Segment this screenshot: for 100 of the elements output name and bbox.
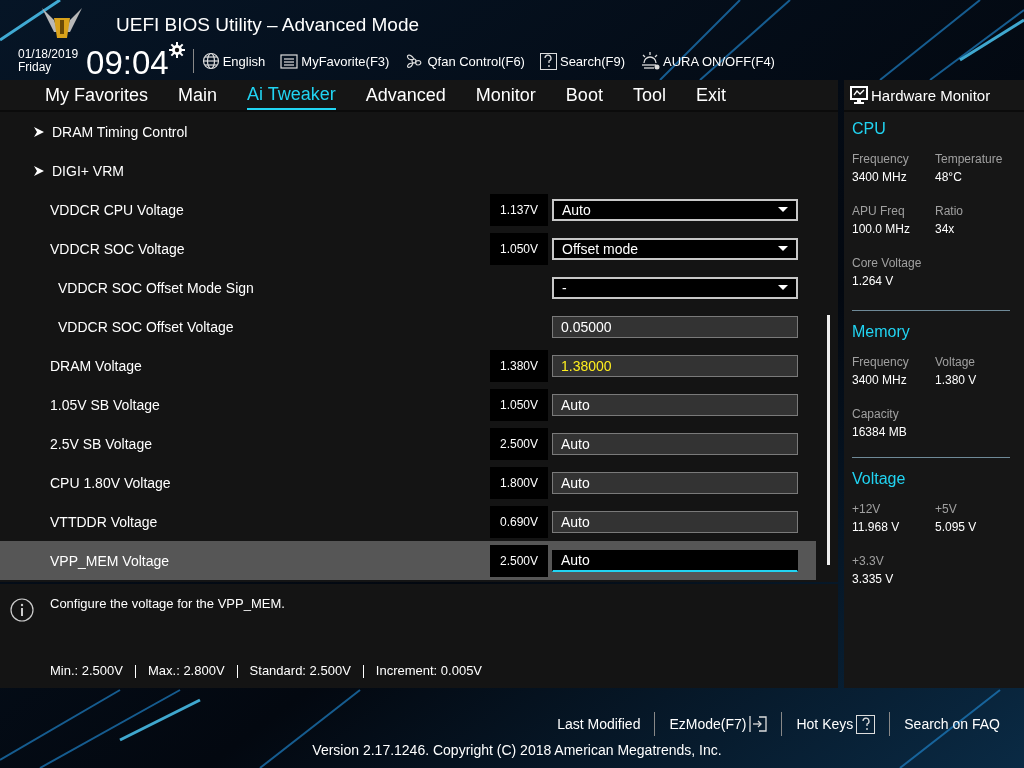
caret-icon — [778, 246, 788, 251]
metric-label: +5V — [935, 502, 958, 516]
metric-label: APU Freq — [852, 204, 906, 218]
menu-tab[interactable]: Ai Tweaker — [247, 80, 336, 110]
metric-value: 34x — [935, 222, 956, 236]
question-icon — [539, 52, 557, 70]
setting-label: 1.05V SB Voltage — [50, 396, 160, 413]
voltage-reading: 1.137V — [490, 193, 548, 226]
voltage-reading: 1.800V — [490, 466, 548, 499]
menu-tab[interactable]: Tool — [617, 80, 681, 110]
input-field[interactable]: Auto — [552, 432, 798, 455]
footer-link[interactable]: EzMode(F7) — [655, 715, 782, 733]
logo-icon — [40, 6, 84, 40]
question-icon — [856, 714, 876, 734]
setting-label: VPP_MEM Voltage — [50, 552, 170, 569]
setting-row[interactable]: VDDCR SOC Offset Mode Sign - — [0, 268, 816, 307]
setting-row[interactable]: VDDCR SOC Voltage 1.050V Offset mode — [0, 229, 816, 268]
section-title: Voltage — [852, 470, 907, 488]
menu-tab[interactable]: My Favorites — [30, 80, 164, 110]
scrollbar[interactable] — [827, 315, 830, 565]
voltage-reading: 1.050V — [490, 232, 548, 265]
setting-row[interactable]: VTTDDR Voltage 0.690V Auto — [0, 502, 816, 541]
dropdown[interactable]: Offset mode — [552, 237, 798, 260]
voltage-reading: 1.380V — [490, 349, 548, 382]
help-text: Configure the voltage for the VPP_MEM. — [50, 596, 286, 611]
monitor-icon — [850, 86, 868, 104]
metric-value: 5.095 V — [935, 520, 978, 534]
menu-tab[interactable]: Advanced — [350, 80, 461, 110]
metric-label: Ratio — [935, 204, 964, 218]
metric-value: 3400 MHz — [852, 373, 908, 387]
metric-value: 1.264 V — [852, 274, 895, 288]
setting-label: CPU 1.80V Voltage — [50, 474, 171, 491]
setting-row[interactable]: DIGI+ VRM — [0, 151, 816, 190]
limit-text: Max.: 2.800V — [148, 663, 225, 678]
clock-time: 09:04 — [86, 44, 169, 82]
footer-link[interactable]: Search on FAQ — [890, 716, 1014, 732]
caret-icon — [778, 285, 788, 290]
footer-link[interactable]: Hot Keys — [782, 714, 890, 734]
menu-tab[interactable]: Exit — [680, 80, 741, 110]
metric-label: Frequency — [852, 355, 910, 369]
section-title: Memory — [852, 323, 911, 341]
input-field[interactable]: Auto — [552, 471, 798, 494]
setting-label: VDDCR SOC Offset Voltage — [58, 318, 234, 335]
caret-icon — [778, 207, 788, 212]
setting-row[interactable]: 2.5V SB Voltage 2.500V Auto — [0, 424, 816, 463]
voltage-reading: 0.690V — [490, 505, 548, 538]
arrow-icon — [34, 165, 44, 176]
metric-label: Capacity — [852, 407, 900, 421]
list-icon — [280, 52, 299, 70]
setting-row[interactable]: CPU 1.80V Voltage 1.800V Auto — [0, 463, 816, 502]
menu-tab[interactable]: Main — [163, 80, 233, 110]
input-field[interactable]: Auto — [552, 549, 798, 572]
voltage-reading: 2.500V — [490, 544, 548, 577]
toolbar-button[interactable]: AURA ON/OFF(F4) — [640, 51, 775, 71]
setting-label: VTTDDR Voltage — [50, 513, 158, 530]
setting-row[interactable]: 1.05V SB Voltage 1.050V Auto — [0, 385, 816, 424]
input-field[interactable]: 1.38000 — [552, 354, 798, 377]
metric-value: 48°C — [935, 170, 963, 184]
selected-setting-row[interactable]: VPP_MEM Voltage 2.500V Auto — [0, 541, 816, 580]
menu-tab[interactable]: Monitor — [460, 80, 551, 110]
metric-label: +12V — [852, 502, 882, 516]
toolbar-button[interactable]: English — [201, 52, 266, 70]
setting-label: VDDCR SOC Offset Mode Sign — [58, 279, 254, 296]
limit-text: Increment: 0.005V — [375, 663, 483, 678]
input-field[interactable]: 0.05000 — [552, 315, 798, 338]
setting-row[interactable]: VDDCR CPU Voltage 1.137V Auto — [0, 190, 816, 229]
footer-link[interactable]: Last Modified — [543, 716, 655, 732]
setting-row[interactable]: VDDCR SOC Offset Voltage 0.05000 — [0, 307, 816, 346]
info-icon — [10, 598, 34, 622]
metric-value: 11.968 V — [852, 520, 901, 534]
setting-label: 2.5V SB Voltage — [50, 435, 152, 452]
setting-row[interactable]: DRAM Timing Control — [0, 112, 816, 151]
menu-tab[interactable]: Boot — [550, 80, 618, 110]
input-field[interactable]: Auto — [552, 510, 798, 533]
setting-label: DRAM Voltage — [50, 357, 142, 374]
input-field[interactable]: Auto — [552, 393, 798, 416]
limit-text: Standard: 2.500V — [249, 663, 351, 678]
settings-icon — [168, 42, 185, 58]
dropdown[interactable]: - — [552, 276, 798, 299]
submenu-label: DIGI+ VRM — [52, 162, 124, 179]
section-title: CPU — [852, 120, 887, 138]
voltage-reading: 1.050V — [490, 388, 548, 421]
window-title: UEFI BIOS Utility – Advanced Mode — [116, 14, 420, 36]
limit-text: Min.: 2.500V — [50, 663, 123, 678]
panel-title: Hardware Monitor — [871, 86, 991, 104]
dropdown[interactable]: Auto — [552, 198, 798, 221]
setting-row[interactable]: DRAM Voltage 1.380V 1.38000 — [0, 346, 816, 385]
setting-label: VDDCR CPU Voltage — [50, 201, 184, 218]
toolbar-button[interactable]: MyFavorite(F3) — [280, 52, 390, 70]
metric-label: Frequency — [852, 152, 910, 166]
metric-value: 3.335 V — [852, 572, 895, 586]
exit-icon — [749, 715, 768, 733]
light-icon — [640, 51, 660, 71]
toolbar-button[interactable]: Qfan Control(F6) — [404, 51, 525, 71]
toolbar-button[interactable]: Search(F9) — [539, 52, 625, 70]
date-text: 01/18/2019 — [18, 48, 79, 61]
submenu-label: DRAM Timing Control — [52, 123, 188, 140]
metric-label: +3.3V — [852, 554, 885, 568]
metric-value: 100.0 MHz — [852, 222, 912, 236]
metric-value: 1.380 V — [935, 373, 978, 387]
